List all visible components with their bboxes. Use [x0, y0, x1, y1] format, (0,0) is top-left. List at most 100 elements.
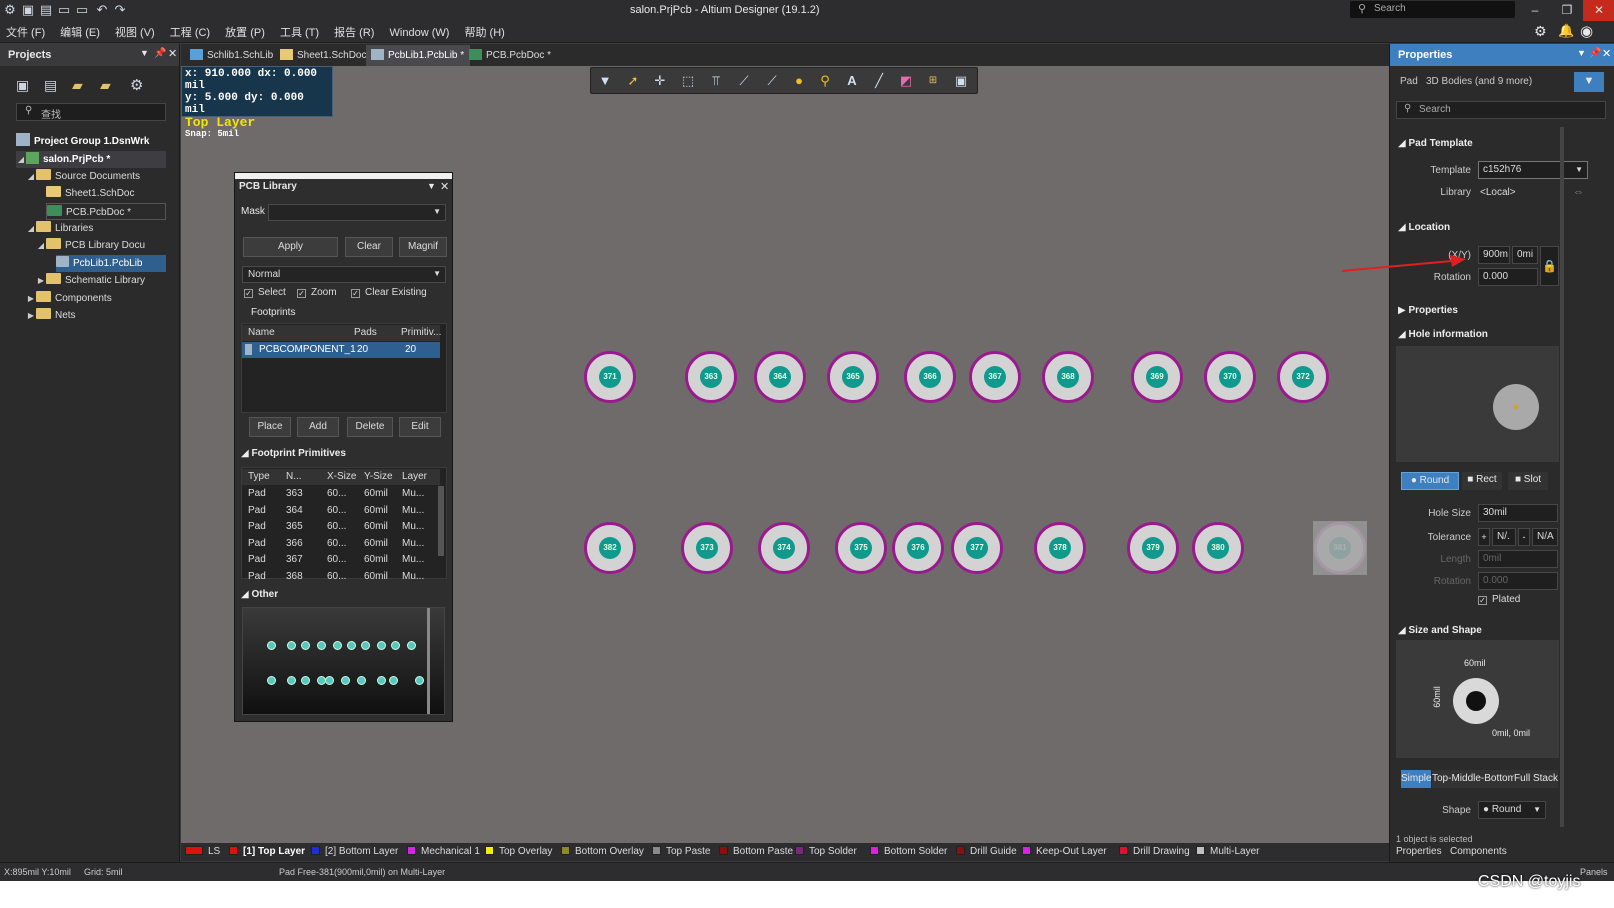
dimension-icon[interactable]: ⊞ — [924, 72, 942, 90]
menu-view[interactable]: 视图 (V) — [109, 21, 161, 40]
place-button[interactable]: Place — [249, 417, 291, 437]
col-pads[interactable]: Pads — [354, 325, 377, 341]
footer-tab-components[interactable]: Components — [1450, 846, 1507, 857]
mode-simple-tab[interactable]: Simple — [1401, 770, 1432, 788]
properties-search-input[interactable]: ⚲ Search — [1396, 101, 1606, 119]
tree-pcb-pcbdoc[interactable]: PCB.PcbDoc * — [46, 203, 166, 220]
restore-button[interactable]: ❐ — [1551, 0, 1583, 21]
tree-project-salon[interactable]: ◢ salon.PrjPcb * — [16, 151, 166, 168]
tree-pcblib1[interactable]: PcbLib1.PcbLib — [56, 255, 166, 272]
pad-370[interactable]: 370 — [1204, 351, 1256, 403]
place-track-icon[interactable]: ⟋ — [735, 72, 753, 90]
place-pad-icon[interactable]: ● — [790, 72, 808, 90]
pad-template-header[interactable]: ◢ Pad Template — [1398, 138, 1473, 149]
save-icon[interactable]: ▣ — [20, 2, 36, 18]
layer-tab-ls[interactable]: LS — [185, 846, 220, 857]
edit-button[interactable]: Edit — [399, 417, 441, 437]
pad-365[interactable]: 365 — [827, 351, 879, 403]
table-row[interactable]: Pad 366 60... 60mil Mu... — [242, 536, 440, 552]
zoom-checkbox[interactable]: ✓ Zoom — [297, 287, 337, 298]
table-row[interactable]: Pad 363 60... 60mil Mu... — [242, 486, 440, 502]
table-row[interactable]: Pad 368 60... 60mil Mu... — [242, 569, 440, 585]
panel-menu-icon[interactable]: ▼ — [427, 181, 436, 191]
user-account-icon[interactable]: ◉ — [1580, 22, 1593, 40]
layer-tab-top-paste[interactable]: Top Paste — [652, 846, 710, 857]
tree-schematic-library[interactable]: ▶ Schematic Library — [36, 272, 145, 289]
select-pointer-icon[interactable]: ➚ — [624, 72, 642, 90]
pad-376[interactable]: 376 — [892, 522, 944, 574]
layer-tab-1-top-layer[interactable]: [1] Top Layer — [229, 846, 305, 857]
tree-libraries[interactable]: ◢ Libraries — [26, 220, 93, 237]
layer-tab-mechanical-1[interactable]: Mechanical 1 — [407, 846, 480, 857]
col-name[interactable]: Name — [248, 325, 275, 341]
tab-schlib1[interactable]: Schlib1.SchLib — [185, 45, 279, 66]
delete-button[interactable]: Delete — [347, 417, 393, 437]
layer-tab-top-solder[interactable]: Top Solder — [795, 846, 857, 857]
menu-project[interactable]: 工程 (C) — [164, 21, 216, 40]
minimize-button[interactable]: ‒ — [1519, 0, 1551, 21]
col-n[interactable]: N... — [286, 469, 302, 485]
tree-project-group[interactable]: Project Group 1.DsnWrk — [16, 133, 149, 150]
hole-size-input[interactable]: 30mil — [1478, 504, 1558, 522]
save-all-icon[interactable]: ▤ — [38, 2, 54, 18]
col-x-size[interactable]: X-Size — [327, 469, 356, 485]
add-button[interactable]: Add — [297, 417, 339, 437]
close-panel-icon[interactable]: ✕ — [168, 47, 177, 60]
tree-source-documents[interactable]: ◢ Source Documents — [26, 168, 140, 185]
filter-icon[interactable]: ▼ — [596, 72, 614, 90]
layer-tab-top-overlay[interactable]: Top Overlay — [485, 846, 552, 857]
panels-button[interactable]: Panels — [1580, 867, 1608, 877]
expand-arrow-icon[interactable]: ◢ — [26, 168, 36, 185]
project-options-icon[interactable]: ▰ — [72, 77, 83, 94]
lock-icon[interactable]: 🔒 — [1540, 246, 1559, 286]
mode-full-stack-tab[interactable]: Full Stack — [1514, 770, 1558, 788]
hole-information-header[interactable]: ◢ Hole information — [1398, 329, 1488, 340]
open-project-icon[interactable]: ▭ — [74, 2, 90, 18]
place-component-icon[interactable]: ⟋ — [763, 72, 781, 90]
move-cross-icon[interactable]: ✛ — [651, 72, 669, 90]
y-location-input[interactable]: 0mi — [1512, 246, 1538, 264]
mode-select[interactable]: Normal ▼ — [242, 266, 446, 283]
pad-366[interactable]: 366 — [904, 351, 956, 403]
tab-pcblib1[interactable]: PcbLib1.PcbLib * — [366, 45, 471, 66]
clear-existing-checkbox[interactable]: ✓ Clear Existing — [351, 287, 427, 298]
pad-371[interactable]: 371 — [584, 351, 636, 403]
panel-menu-icon[interactable]: ▼ — [1577, 48, 1586, 58]
col-y-size[interactable]: Y-Size — [364, 469, 393, 485]
expand-arrow-icon[interactable]: ◢ — [26, 220, 36, 237]
filter-pad-label[interactable]: Pad — [1400, 76, 1418, 87]
tab-pcb-pcbdoc[interactable]: PCB.PcbDoc * — [464, 45, 557, 66]
table-row[interactable]: Pad 364 60... 60mil Mu... — [242, 503, 440, 519]
collapse-arrow-icon[interactable]: ▶ — [36, 272, 46, 289]
hole-shape-rect-button[interactable]: ■ Rect — [1462, 472, 1502, 490]
pin-icon[interactable]: 📌 — [1589, 48, 1601, 59]
pad-367[interactable]: 367 — [969, 351, 1021, 403]
collapse-arrow-icon[interactable]: ▶ — [26, 307, 36, 324]
layer-tab-bottom-solder[interactable]: Bottom Solder — [870, 846, 947, 857]
pin-icon[interactable]: 📌 — [154, 48, 166, 59]
filter-bodies-label[interactable]: 3D Bodies (and 9 more) — [1426, 76, 1532, 87]
tab-sheet1[interactable]: Sheet1.SchDoc — [275, 45, 373, 66]
place-via-icon[interactable]: ⚲ — [816, 72, 834, 90]
menu-tools[interactable]: 工具 (T) — [274, 21, 325, 40]
table-row[interactable]: Pad 367 60... 60mil Mu... — [242, 552, 440, 568]
collapse-arrow-icon[interactable]: ▶ — [26, 290, 36, 307]
layer-tab-drill-drawing[interactable]: Drill Drawing — [1119, 846, 1190, 857]
pad-363[interactable]: 363 — [685, 351, 737, 403]
menu-help[interactable]: 帮助 (H) — [458, 21, 510, 40]
apply-button[interactable]: Apply — [243, 237, 338, 257]
pad-375[interactable]: 375 — [835, 522, 887, 574]
compile-icon[interactable]: ▤ — [44, 77, 57, 94]
menu-edit[interactable]: 编辑 (E) — [54, 21, 106, 40]
gear-icon[interactable]: ⚙ — [130, 76, 143, 94]
layer-tab-multi-layer[interactable]: Multi-Layer — [1196, 846, 1259, 857]
footer-tab-properties[interactable]: Properties — [1396, 846, 1442, 857]
projects-search-input[interactable]: ⚲ 查找 — [16, 103, 166, 121]
tree-pcb-library-documents[interactable]: ◢ PCB Library Docu — [36, 237, 145, 254]
footprint-primitives-header[interactable]: ◢ Footprint Primitives — [241, 448, 346, 459]
tree-sheet1-schdoc[interactable]: Sheet1.SchDoc — [46, 185, 135, 202]
pad-379[interactable]: 379 — [1127, 522, 1179, 574]
mask-input[interactable]: ▼ — [268, 204, 446, 221]
align-icon[interactable]: ⫪ — [707, 72, 725, 90]
link-icon[interactable]: ⇔ — [1573, 186, 1584, 198]
